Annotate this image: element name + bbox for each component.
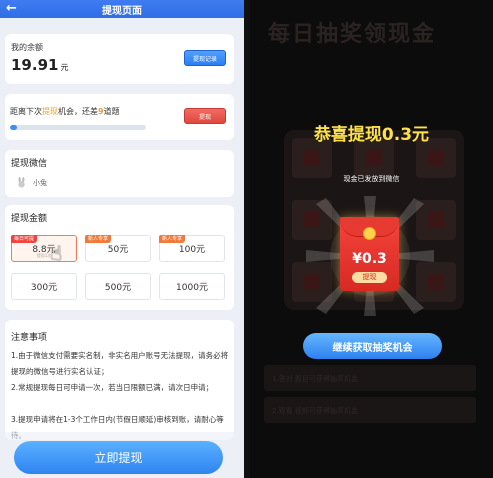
- congrats-title: 恭喜提现0.3元: [313, 125, 430, 145]
- background-task-row: 1.答对 题目可获得抽奖机会: [264, 365, 476, 391]
- amount-card: 提现金额 每日可提 8.8元 提现1次 新人专享 50元 新人专享 100元 3…: [5, 205, 234, 310]
- balance-value: 19.91: [11, 56, 59, 74]
- pointing-hand-icon: ☝: [50, 241, 63, 265]
- amount-title: 提现金额: [11, 214, 48, 224]
- header-bar: ← 提现页面: [0, 0, 244, 18]
- amount-option-1000[interactable]: 1000元: [159, 273, 225, 300]
- wechat-title: 提现微信: [11, 159, 48, 169]
- amount-option-300[interactable]: 300元: [11, 273, 77, 300]
- option-subtext: 提现1次: [36, 253, 52, 258]
- note-item: 1.由于微信支付需要实名制，非实名用户账号无法提现，请务必将提现的微信号进行实名…: [11, 351, 229, 376]
- coin-icon: [363, 227, 376, 240]
- progress-card: 距离下次提现机会，还差9道题 提现: [5, 94, 234, 140]
- option-tag: 每日可提: [11, 235, 38, 243]
- envelope-label: 提现: [352, 272, 387, 283]
- withdraw-records-button[interactable]: 提现记录: [184, 50, 226, 66]
- balance-label: 我的余额: [11, 43, 43, 52]
- wechat-card: 提现微信 小兔: [5, 150, 234, 197]
- envelope-amount: ¥0.3: [352, 251, 387, 267]
- lottery-modal-screen: 每日抽奖领现金 1.答对 题目可获得抽奖机会 2.观看 视频可获得抽奖机会 恭喜…: [250, 0, 493, 478]
- notes-title: 注意事项: [11, 333, 48, 343]
- balance-unit: 元: [60, 63, 69, 72]
- option-value: 1000元: [176, 283, 208, 293]
- page-title: 提现页面: [102, 5, 142, 17]
- option-tag: 新人专享: [159, 235, 186, 243]
- envelope-flap: [340, 217, 399, 240]
- sent-to-wechat-text: 现金已发放到微信: [343, 175, 400, 183]
- red-envelope: ¥0.3 提现: [340, 217, 399, 291]
- option-value: 100元: [178, 245, 206, 255]
- option-tag: 新人专享: [85, 235, 112, 243]
- continue-lottery-button[interactable]: 继续获取抽奖机会: [303, 333, 442, 359]
- progress-suffix: 道题: [103, 107, 120, 116]
- progress-bar: [10, 125, 146, 130]
- amount-option-8-8[interactable]: 每日可提 8.8元 提现1次: [11, 235, 77, 262]
- balance-card: 我的余额 19.91 元 提现记录: [5, 34, 234, 84]
- notes-card: 注意事项 1.由于微信支付需要实名制，非实名用户账号无法提现，请务必将提现的微信…: [5, 320, 234, 440]
- withdraw-small-button[interactable]: 提现: [184, 108, 226, 124]
- note-item: 2.常规提现每日可申请一次，若当日限额已满，请次日申请；: [11, 383, 214, 392]
- progress-text: 距离下次提现机会，还差9道题: [10, 106, 120, 117]
- amount-option-100[interactable]: 新人专享 100元: [159, 235, 225, 262]
- option-value: 50元: [107, 245, 129, 255]
- amount-option-50[interactable]: 新人专享 50元: [85, 235, 151, 262]
- progress-prefix: 距离下次: [10, 107, 42, 116]
- background-task-text: 2.观看 视频可获得抽奖机会: [272, 407, 358, 415]
- background-task-text: 1.答对 题目可获得抽奖机会: [272, 375, 358, 383]
- back-arrow-icon[interactable]: ←: [6, 1, 17, 16]
- option-value: 500元: [104, 283, 132, 293]
- background-task-row: 2.观看 视频可获得抽奖机会: [264, 397, 476, 423]
- progress-bar-fill: [10, 125, 17, 130]
- background-title: 每日抽奖领现金: [268, 22, 437, 47]
- progress-highlight: 提现: [42, 107, 58, 116]
- bunny-avatar-icon: [18, 177, 25, 188]
- amount-option-500[interactable]: 500元: [85, 273, 151, 300]
- option-value: 300元: [30, 283, 58, 293]
- withdraw-now-button[interactable]: 立即提现: [14, 441, 223, 474]
- withdraw-page: ← 提现页面 我的余额 19.91 元 提现记录 距离下次提现机会，还差9道题 提…: [0, 0, 244, 478]
- wechat-user-name: 小兔: [33, 179, 47, 187]
- balance-amount: 19.91 元: [11, 56, 68, 74]
- progress-middle: 机会，还差: [58, 107, 98, 116]
